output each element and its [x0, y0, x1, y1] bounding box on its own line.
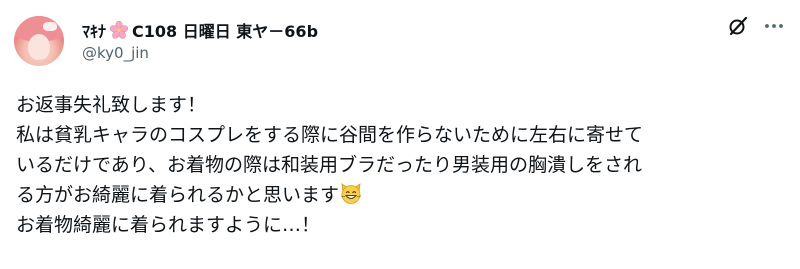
cherry-blossom-icon: [110, 21, 129, 39]
more-icon[interactable]: [763, 15, 785, 37]
grok-icon[interactable]: [727, 15, 749, 37]
post-line: いるだけであり、お着物の際は和装用ブラだったり男装用の胸潰しをされ: [16, 154, 643, 176]
post-line-text: る方がお綺麗に着られるかと思います: [16, 184, 340, 206]
avatar-face: [28, 34, 50, 60]
avatar[interactable]: [14, 16, 64, 66]
post-line: お返事失礼致します！: [16, 94, 207, 116]
post-line: 私は貧乳キャラのコスプレをする際に谷間を作らないために左右に寄せて: [16, 124, 644, 146]
grinning-cat-icon: [339, 181, 363, 205]
post-line: お着物綺麗に着られますように…！: [16, 214, 321, 236]
author-handle[interactable]: @ky0_jin: [82, 44, 149, 62]
avatar-bow: [43, 22, 57, 31]
post-text: お返事失礼致します！ 私は貧乳キャラのコスプレをする際に谷間を作らないために左右…: [16, 90, 786, 240]
display-name-suffix: C108 日曜日 東ヤ－66b: [132, 22, 319, 41]
author-display-name[interactable]: ﾏｷﾅ C108 日曜日 東ヤ－66b: [82, 18, 318, 42]
post-line: る方がお綺麗に着られるかと思います: [16, 180, 786, 210]
post-card: ﾏｷﾅ C108 日曜日 東ヤ－66b @ky0_jin お返事失礼致します！ …: [0, 0, 800, 269]
display-name-prefix: ﾏｷﾅ: [82, 22, 107, 41]
